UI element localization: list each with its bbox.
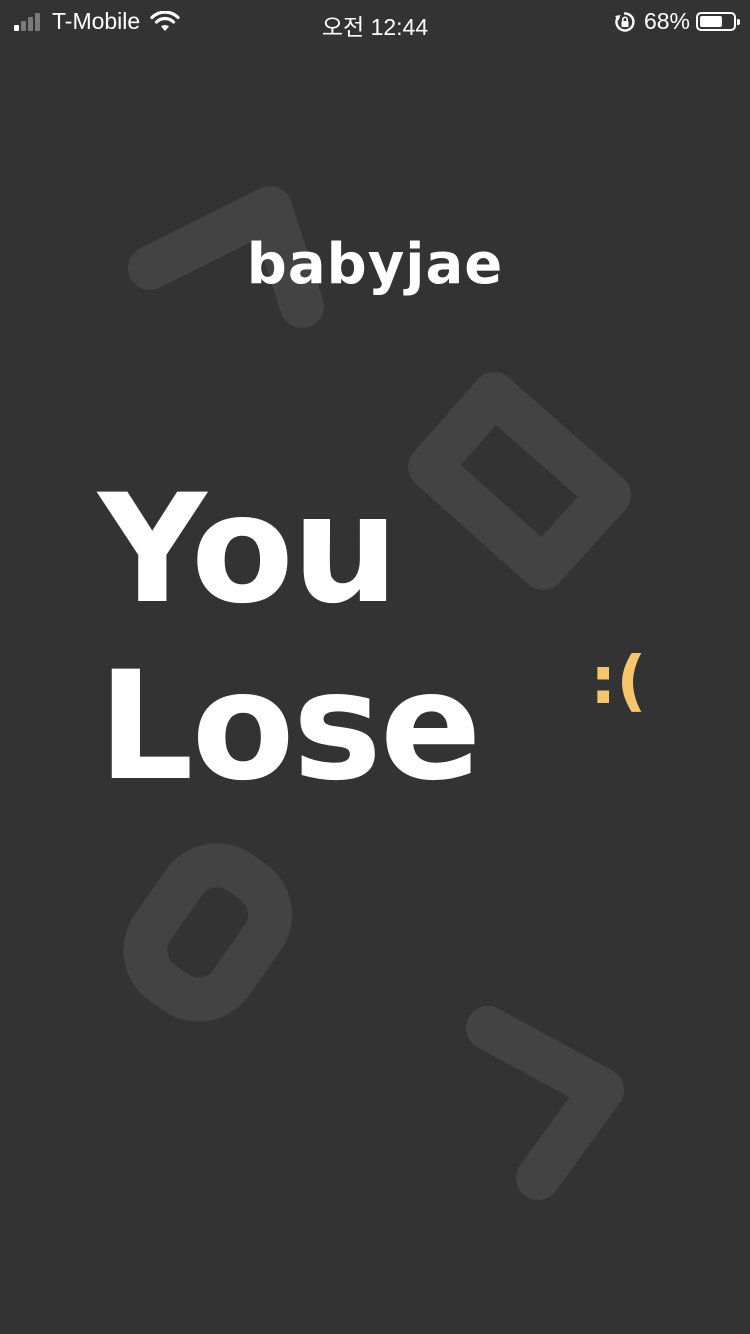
game-over-screen: T-Mobile 오전 12:44 68% babyjae You Lose:… [0, 0, 750, 1334]
battery-percent: 68% [643, 8, 690, 34]
result-title-line-1: You [98, 463, 399, 637]
orientation-lock-icon [614, 11, 635, 32]
brand-logo-text: babyjae [246, 232, 504, 297]
result-title-line-2: Lose [98, 640, 482, 814]
status-right: 68% [614, 8, 740, 35]
battery-icon [696, 12, 740, 31]
diamond-shape [408, 372, 631, 590]
battery-level-fill [700, 16, 722, 27]
status-bar: T-Mobile 오전 12:44 68% [0, 0, 750, 40]
sad-emoticon: :( [590, 642, 647, 719]
chevron-shape [466, 1006, 624, 1200]
o-shape [123, 843, 293, 1022]
